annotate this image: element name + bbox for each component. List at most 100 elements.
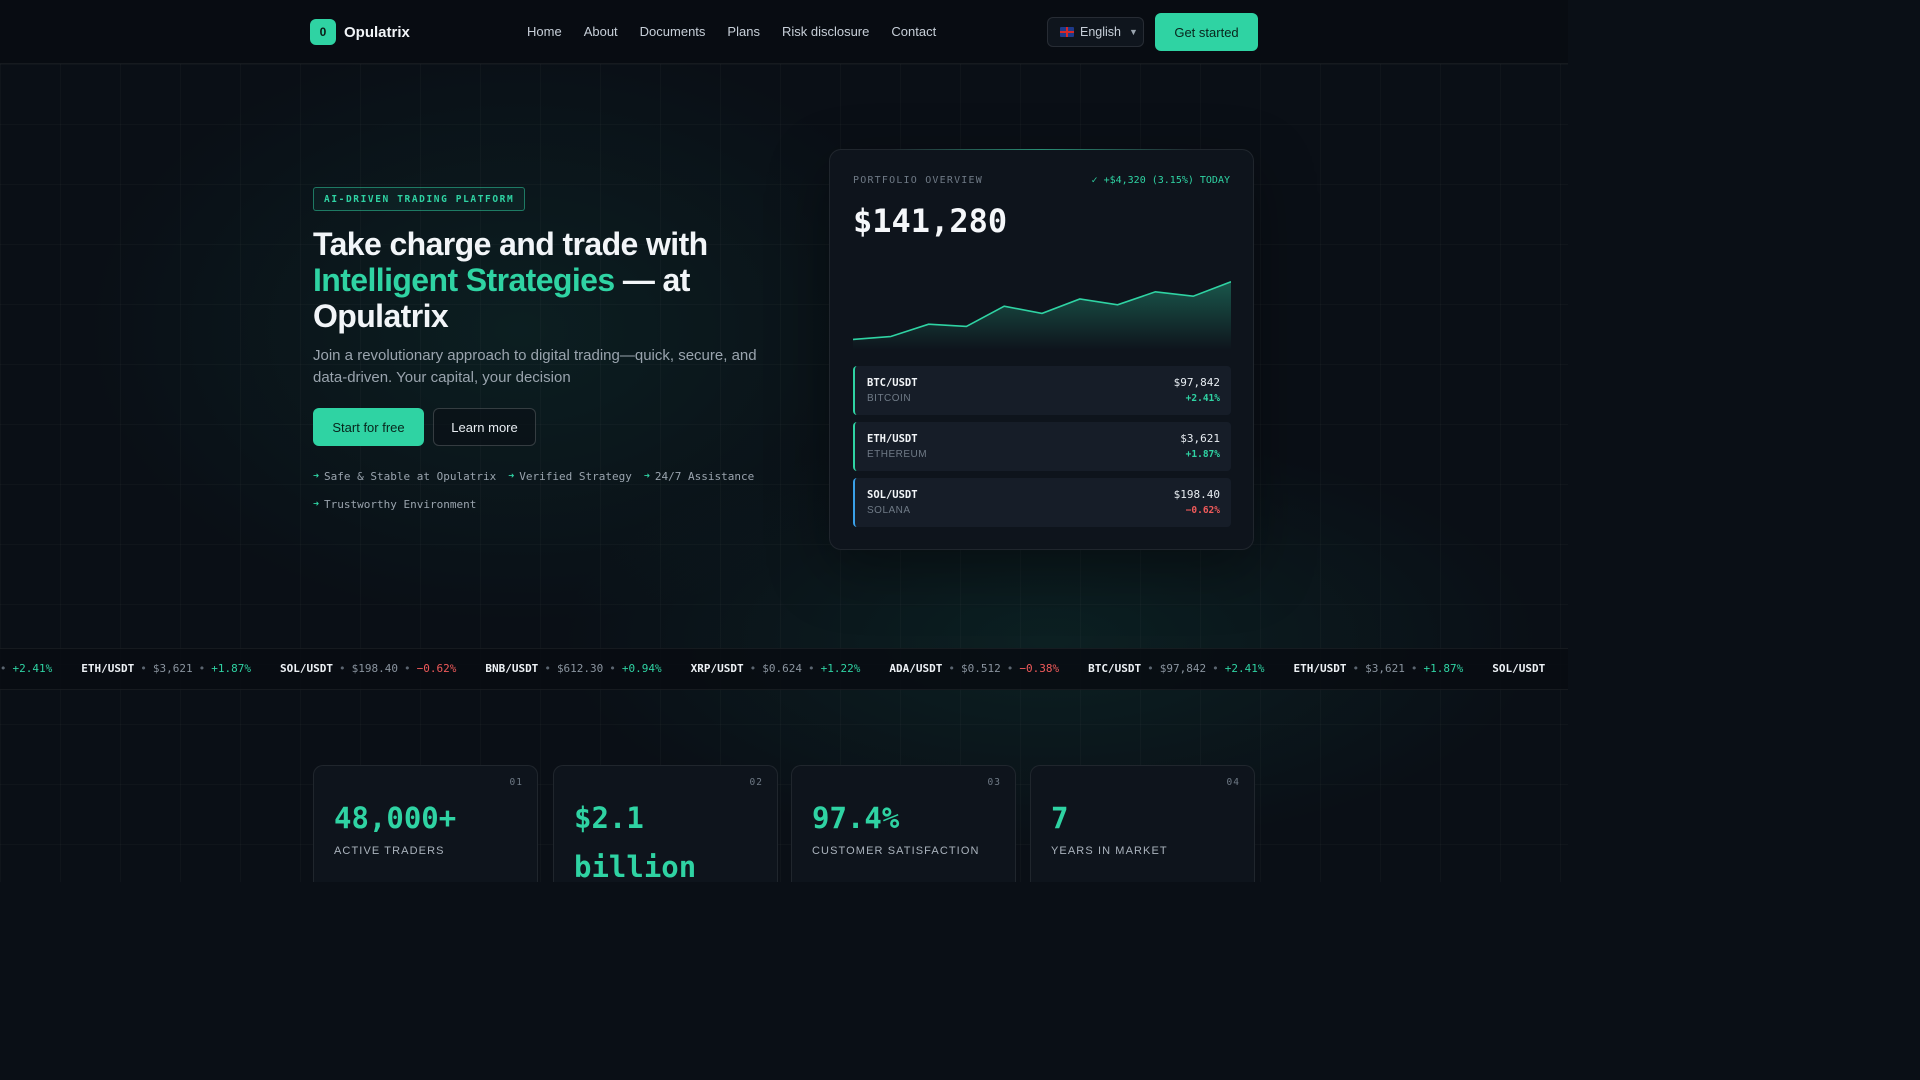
start-for-free-button[interactable]: Start for free [313,408,424,446]
language-selector[interactable]: English ▼ [1047,17,1144,47]
ticker-pair: ETH/USDT [1293,662,1347,675]
feature-item: ➜ Verified Strategy [508,468,632,484]
stat-card: 02 $2.1 billion [553,765,778,882]
arrow-right-icon: ➜ [313,498,320,510]
ticker-item: 842•+2.41% [0,662,52,675]
top-navigation: 0 Opulatrix Home About Documents Plans R… [0,0,1568,64]
ticker-separator: • [808,662,815,675]
stat-label: YEARS IN MARKET [1051,845,1168,857]
ticker-change: +1.87% [1423,662,1464,675]
pair-name: ETHEREUM [867,449,928,460]
nav-link-about[interactable]: About [584,24,618,39]
ticker-separator: • [749,662,757,675]
ticker-separator: • [338,662,346,675]
pair-change: +1.87% [1185,449,1220,460]
ticker-price: $0.624 [762,662,803,675]
ticker-pair: BNB/USDT [485,662,539,675]
pair-symbol: SOL/USDT [867,489,918,501]
ticker-item: BTC/USDT • $97,842 • +2.41% [1088,662,1264,675]
language-label: English [1080,25,1121,39]
sparkline-area [853,281,1231,350]
ticker-price: $97,842 [1159,662,1207,675]
feature-item: ➜ Safe & Stable at Opulatrix [313,468,496,484]
ticker-price: $198.40 [351,662,398,675]
hero-badge: AI-DRIVEN TRADING PLATFORM [313,187,526,211]
feature-label: Verified Strategy [519,469,632,483]
ticker-item: ETH/USDT • $3,621 • +1.87% [1293,662,1463,675]
background-grid [0,64,1568,882]
hero-subtitle: Join a revolutionary approach to digital… [313,347,757,386]
nav-link-contact[interactable]: Contact [891,24,936,39]
pair-symbol: ETH/USDT [867,433,918,445]
ticker-change: +2.41% [1224,662,1265,675]
ticker-pair: BTC/USDT [1088,662,1142,675]
feature-label: Trustworthy Environment [324,497,477,511]
feature-label: 24/7 Assistance [654,469,755,483]
hero-title: Take charge and trade with Intelligent S… [313,226,783,334]
nav-link-plans[interactable]: Plans [727,24,760,39]
learn-more-button[interactable]: Learn more [433,408,536,446]
brand-logo[interactable]: 0 Opulatrix [310,19,410,45]
ticker-separator: • [948,662,956,675]
feature-item: ➜ Trustworthy Environment [313,496,476,512]
ticker-item: SOL/USDT • $198.40 • −0.62% [280,662,456,675]
ticker-separator: • [1352,662,1360,675]
portfolio-sparkline-chart [853,281,1231,350]
portfolio-change: ✓ +$4,320 (3.15%) TODAY [1092,175,1230,186]
chevron-down-icon: ▼ [1129,27,1138,37]
feature-label: Safe & Stable at Opulatrix [324,469,497,483]
ticker-price: $3,621 [1365,662,1405,675]
ticker-pair: SOL/USDT [279,662,333,675]
ticker-change: +1.22% [820,662,861,675]
nav-link-documents[interactable]: Documents [640,24,706,39]
feature-item: ➜ 24/7 Assistance [644,468,754,484]
ticker-price: $0.512 [961,662,1001,675]
ticker-separator: • [403,662,411,675]
stat-index: 03 [987,777,1001,788]
ticker-price: $612.30 [556,662,604,675]
stat-card: 03 97.4% CUSTOMER SATISFACTION [791,765,1016,882]
get-started-button[interactable]: Get started [1155,13,1258,51]
ticker-pair: ETH/USDT [81,662,135,675]
pair-price: $198.40 [1173,488,1220,501]
stat-value: 7 [1051,801,1069,835]
ticker-change: +1.87% [211,662,251,675]
ticker-price: $3,621 [152,662,193,675]
feature-list: ➜ Safe & Stable at Opulatrix ➜ Verified St… [313,468,783,512]
portfolio-change-period: TODAY [1199,175,1230,186]
nav-link-home[interactable]: Home [527,24,562,39]
market-pairs-list: BTC/USDT BITCOIN $97,842 +2.41% ETH/USDT… [853,366,1231,534]
nav-links: Home About Documents Plans Risk disclosu… [527,24,936,39]
market-pair-row[interactable]: SOL/USDT SOLANA $198.40 −0.62% [853,478,1231,527]
ticker-separator: • [1410,662,1418,675]
market-pair-row[interactable]: ETH/USDT ETHEREUM $3,621 +1.87% [853,422,1231,471]
nav-link-risk-disclosure[interactable]: Risk disclosure [782,24,869,39]
pair-change: −0.62% [1185,505,1220,516]
ticker-item: SOL/USDT [1492,662,1545,675]
stat-value: 97.4% [812,801,900,835]
stat-label: ACTIVE TRADERS [334,845,445,857]
ticker-separator: • [1147,662,1154,675]
stat-card: 04 7 YEARS IN MARKET [1030,765,1255,882]
hero-title-part1: Take charge and trade with [313,226,708,262]
stat-value: 48,000+ [334,801,457,835]
market-pair-row[interactable]: BTC/USDT BITCOIN $97,842 +2.41% [853,366,1231,415]
pair-price: $97,842 [1173,376,1220,389]
ticker-separator: • [544,662,551,675]
ticker-pair: ADA/USDT [889,662,943,675]
brand-name: Opulatrix [344,23,410,41]
uk-flag-icon [1060,27,1074,37]
stat-label: CUSTOMER SATISFACTION [812,845,980,857]
ticker-separator: • [1006,662,1014,675]
ticker-separator: • [1212,662,1219,675]
ticker-pair: XRP/USDT [690,662,744,675]
stat-index: 01 [509,777,523,788]
pair-change: +2.41% [1185,393,1220,404]
portfolio-label: PORTFOLIO OVERVIEW [853,175,983,186]
ticker-separator: • [198,662,206,675]
stat-index: 02 [749,777,763,788]
stat-card: 01 48,000+ ACTIVE TRADERS [313,765,538,882]
portfolio-overview-card: PORTFOLIO OVERVIEW ✓ +$4,320 (3.15%) TOD… [829,149,1254,550]
hero-title-accent: Intelligent Strategies [313,262,615,298]
stat-value: $2.1 billion [574,801,697,882]
